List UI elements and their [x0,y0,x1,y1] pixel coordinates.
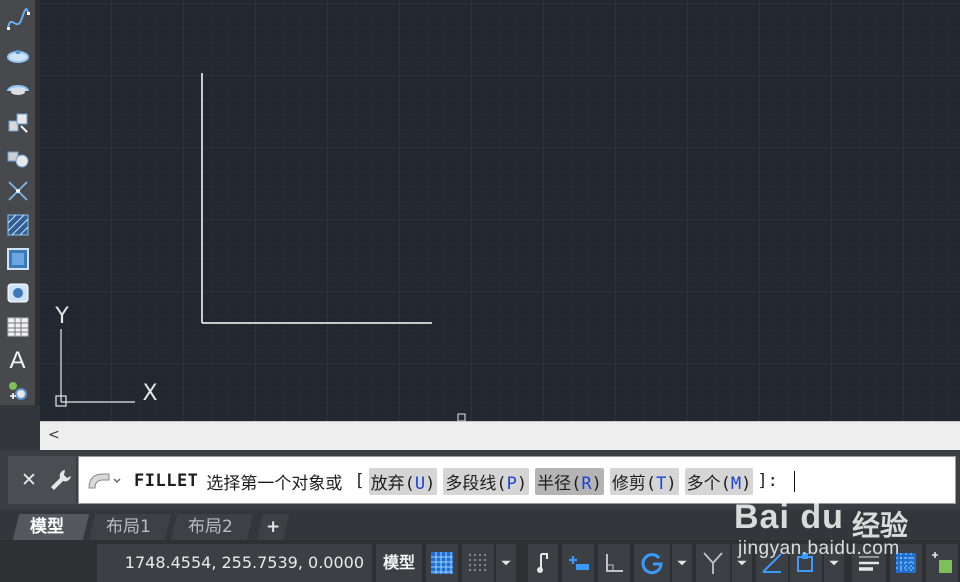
snap-grid-icon [469,554,486,571]
ucs-x-label: X [142,381,157,406]
table-tool[interactable] [3,312,32,341]
make-block-tool[interactable] [3,142,32,171]
option-undo[interactable]: 放弃(U) [368,467,438,495]
command-name: FILLET [134,471,199,491]
spline-tool[interactable] [3,6,32,35]
infer-constraints-toggle[interactable] [528,544,558,582]
insert-block-icon [8,113,28,133]
multiline-text-tool[interactable]: A [3,346,32,375]
infer-constraints-icon [537,553,548,573]
point-tool[interactable] [3,176,32,205]
make-block-icon [7,151,28,167]
grid-icon [431,552,453,574]
gradient-tool[interactable] [3,244,32,273]
dynamic-input-icon [569,556,589,570]
selection-cycling-icon [932,552,952,573]
coordinates-display[interactable]: 1748.4554, 255.7539, 0.0000 [97,544,372,582]
point-icon [7,180,28,201]
model-space-button[interactable]: 模型 [376,544,422,582]
draw-toolbar: A [0,0,36,405]
polar-tracking-icon [641,553,663,575]
add-selected-icon [8,381,27,400]
selection-cycling-toggle[interactable] [926,544,958,582]
command-prompt-text: 选择第一个对象或 [206,473,343,494]
polar-tracking-toggle[interactable] [634,544,670,582]
hatch-icon [7,214,28,235]
grid-toggle[interactable] [426,544,458,582]
ellipse-tool[interactable] [3,40,32,69]
isodraft-icon [703,552,723,574]
toolbar-footer [0,405,40,450]
tab-layout2[interactable]: 布局2 [170,514,254,540]
text-icon: A [9,346,26,374]
chevron-down-icon [677,560,687,566]
snap-mode-toggle[interactable] [462,544,494,582]
tab-layout1[interactable]: 布局1 [88,514,172,540]
region-icon [7,283,28,302]
cursor-pickbox [457,413,466,421]
command-close-button[interactable]: ✕ [18,467,40,493]
ucs-y-label: Y [54,304,69,329]
hatch-tool[interactable] [3,210,32,239]
options-close-bracket: ]: [757,471,778,491]
ellipse-arc-icon [6,84,29,95]
chevron-down-icon [501,560,511,566]
table-icon [7,317,28,336]
text-cursor [793,470,795,492]
gradient-icon [6,247,29,270]
command-customize-button[interactable] [48,467,74,493]
command-line[interactable]: FILLET 选择第一个对象或 [ 放弃(U) 多段线(P) 半径(R) 修剪(… [78,456,956,504]
option-trim[interactable]: 修剪(T) [609,467,679,495]
snap-dropdown[interactable] [496,544,516,582]
option-multiple[interactable]: 多个(M) [684,467,754,495]
options-open-bracket: [ [354,471,365,491]
isometric-drafting-toggle[interactable] [696,544,730,582]
region-tool[interactable] [3,278,32,307]
model-space: Y X [40,0,960,421]
spline-icon [6,7,30,30]
ortho-icon [606,554,623,572]
baidu-logo: Bai du [734,498,844,536]
horizontal-scrollbar[interactable]: < [40,421,960,450]
wrench-icon [51,470,71,490]
add-layout-button[interactable]: + [256,514,290,540]
ortho-mode-toggle[interactable] [598,544,630,582]
dynamic-input-toggle[interactable] [562,544,594,582]
option-polyline[interactable]: 多段线(P) [443,467,530,495]
insert-block-tool[interactable] [3,108,32,137]
watermark: Bai du 经验 jingyan.baidu.com [730,498,930,582]
tab-model[interactable]: 模型 [12,514,90,540]
command-prompt: FILLET 选择第一个对象或 [ 放弃(U) 多段线(P) 半径(R) 修剪(… [134,466,795,496]
ellipse-icon [6,49,29,63]
watermark-url: jingyan.baidu.com [738,538,900,559]
add-selected-tool[interactable] [3,376,32,405]
drawing-canvas[interactable]: Y X [40,0,960,421]
ellipse-arc-tool[interactable] [3,74,32,103]
polar-dropdown[interactable] [672,544,692,582]
recent-commands-icon [88,473,121,489]
option-radius[interactable]: 半径(R) [535,467,604,495]
grid-major [40,0,960,421]
scroll-left-arrow[interactable]: < [48,427,60,443]
recent-commands-button[interactable] [87,470,121,492]
status-spacer [0,540,97,582]
